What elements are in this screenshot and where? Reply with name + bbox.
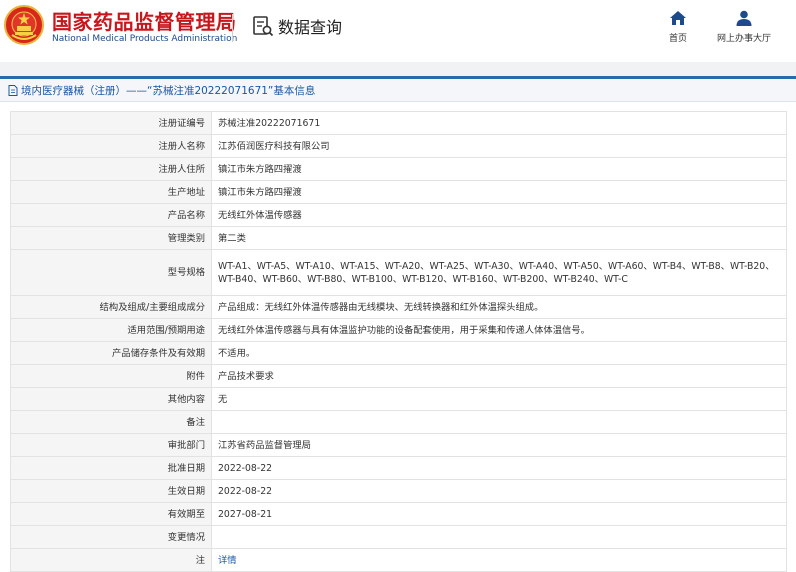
field-value: 无线红外体温传感器 (211, 203, 787, 227)
detail-link[interactable]: 详情 (218, 555, 237, 566)
field-label: 批准日期 (10, 456, 212, 480)
table-row: 管理类别 第二类 (10, 226, 787, 250)
data-query-icon (253, 16, 274, 37)
field-label: 注 (10, 548, 212, 572)
table-row: 变更情况 (10, 525, 787, 549)
national-emblem-icon (4, 5, 44, 45)
table-row: 注册证编号 苏械注准20222071671 (10, 111, 787, 135)
field-value: 2027-08-21 (211, 502, 787, 526)
table-row: 产品名称 无线红外体温传感器 (10, 203, 787, 227)
field-value: 无线红外体温传感器与具有体温监护功能的设备配套使用，用于采集和传递人体体温信号。 (211, 318, 787, 342)
table-row: 有效期至 2027-08-21 (10, 502, 787, 526)
field-label: 注册证编号 (10, 111, 212, 135)
user-icon (736, 10, 752, 26)
table-row: 注册人名称 江苏佰润医疗科技有限公司 (10, 134, 787, 158)
field-label: 附件 (10, 364, 212, 388)
field-label: 注册人名称 (10, 134, 212, 158)
table-row: 型号规格 WT-A1、WT-A5、WT-A10、WT-A15、WT-A20、WT… (10, 249, 787, 296)
table-row: 附件 产品技术要求 (10, 364, 787, 388)
table-row: 注册人住所 镇江市朱方路四擢渡 (10, 157, 787, 181)
field-label: 管理类别 (10, 226, 212, 250)
field-value: 第二类 (211, 226, 787, 250)
table-row: 结构及组成/主要组成成分 产品组成：无线红外体温传感器由无线模块、无线转换器和红… (10, 295, 787, 319)
field-value: 2022-08-22 (211, 456, 787, 480)
field-label: 注册人住所 (10, 157, 212, 181)
field-value: 镇江市朱方路四擢渡 (211, 157, 787, 181)
field-label: 产品储存条件及有效期 (10, 341, 212, 365)
field-value (211, 410, 787, 434)
table-row: 生产地址 镇江市朱方路四擢渡 (10, 180, 787, 204)
field-value: 2022-08-22 (211, 479, 787, 503)
field-label: 生效日期 (10, 479, 212, 503)
field-label: 变更情况 (10, 525, 212, 549)
registration-info-table: 注册证编号 苏械注准20222071671 注册人名称 江苏佰润医疗科技有限公司… (10, 111, 787, 572)
field-value: 江苏佰润医疗科技有限公司 (211, 134, 787, 158)
field-value: WT-A1、WT-A5、WT-A10、WT-A15、WT-A20、WT-A25、… (211, 249, 787, 296)
field-value: 不适用。 (211, 341, 787, 365)
field-value: 镇江市朱方路四擢渡 (211, 180, 787, 204)
home-icon (670, 11, 686, 25)
field-label: 结构及组成/主要组成成分 (10, 295, 212, 319)
field-value: 产品组成：无线红外体温传感器由无线模块、无线转换器和红外体温探头组成。 (211, 295, 787, 319)
agency-name-cn: 国家药品监督管理局 (52, 10, 237, 34)
record-title-bar: 境内医疗器械（注册）——“苏械注准20222071671”基本信息 (0, 79, 796, 102)
header-divider (232, 14, 233, 42)
table-row: 产品储存条件及有效期 不适用。 (10, 341, 787, 365)
table-row: 审批部门 江苏省药品监督管理局 (10, 433, 787, 457)
table-row: 批准日期 2022-08-22 (10, 456, 787, 480)
nav-home-label: 首页 (668, 34, 687, 44)
data-query-label: 数据查询 (278, 18, 343, 37)
field-label: 生产地址 (10, 180, 212, 204)
field-value: 苏械注准20222071671 (211, 111, 787, 135)
field-value: 江苏省药品监督管理局 (211, 433, 787, 457)
document-icon (8, 84, 18, 96)
nav-home[interactable]: 首页 (664, 10, 692, 44)
table-row: 备注 (10, 410, 787, 434)
field-label: 有效期至 (10, 502, 212, 526)
table-row: 其他内容 无 (10, 387, 787, 411)
field-label: 审批部门 (10, 433, 212, 457)
field-value: 产品技术要求 (211, 364, 787, 388)
field-label: 其他内容 (10, 387, 212, 411)
record-title: 境内医疗器械（注册）——“苏械注准20222071671”基本信息 (21, 84, 316, 97)
field-label: 适用范围/预期用途 (10, 318, 212, 342)
data-query-title: 数据查询 (252, 14, 342, 38)
table-row: 注 详情 (10, 548, 787, 572)
nav-online-hall[interactable]: 网上办事大厅 (712, 10, 776, 44)
table-row: 生效日期 2022-08-22 (10, 479, 787, 503)
field-value (211, 525, 787, 549)
header-band (0, 62, 796, 76)
agency-name-en: National Medical Products Administration (52, 34, 238, 44)
field-value: 详情 (211, 548, 787, 572)
field-value: 无 (211, 387, 787, 411)
table-row: 适用范围/预期用途 无线红外体温传感器与具有体温监护功能的设备配套使用，用于采集… (10, 318, 787, 342)
nav-online-hall-label: 网上办事大厅 (716, 34, 771, 44)
field-label: 产品名称 (10, 203, 212, 227)
field-label: 型号规格 (10, 249, 212, 296)
field-label: 备注 (10, 410, 212, 434)
site-header: 国家药品监督管理局 National Medical Products Admi… (0, 0, 796, 62)
